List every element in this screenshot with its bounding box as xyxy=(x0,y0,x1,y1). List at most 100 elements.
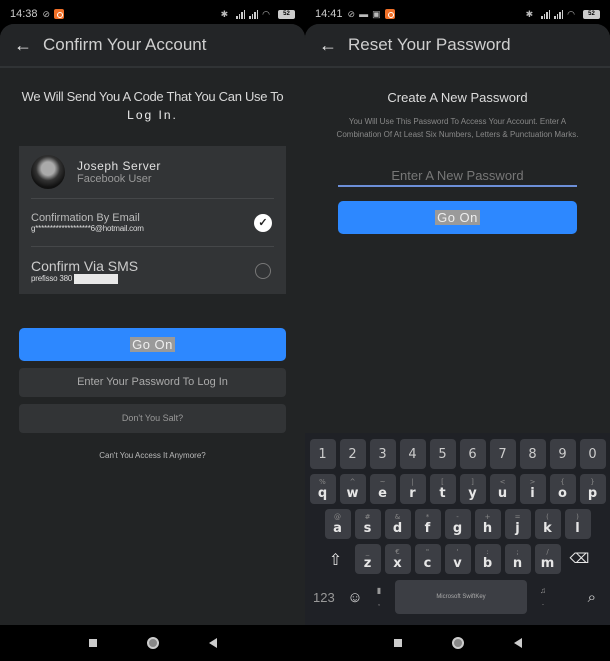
go-on-label: Go On xyxy=(435,210,480,225)
recents-icon[interactable] xyxy=(393,639,402,647)
key-u[interactable]: < u xyxy=(489,474,516,504)
key-7[interactable]: 7 xyxy=(489,439,516,469)
key-label: t xyxy=(439,485,446,501)
go-on-button[interactable]: Go On xyxy=(338,201,577,234)
keyboard-row-3: ⇧ _ z € x " c ' v: b; n / m ⌫ xyxy=(307,544,608,574)
nav-back-icon[interactable] xyxy=(208,638,217,648)
status-time: 14:41 xyxy=(315,8,343,20)
key-a[interactable]: @ a xyxy=(324,509,351,539)
key-label: k xyxy=(543,520,552,536)
key-o[interactable]: {o xyxy=(549,474,576,504)
key-alt-label: % xyxy=(319,477,326,486)
back-arrow-icon[interactable]: ← xyxy=(14,35,42,56)
app-notification-icon xyxy=(384,9,395,19)
key-alt-label: _ xyxy=(365,547,370,556)
space-bar[interactable]: Microsoft SwiftKey xyxy=(395,580,527,614)
key-2[interactable]: 2 xyxy=(339,439,366,469)
option-email[interactable]: Confirmation By Email g*****************… xyxy=(31,198,274,246)
emoji-icon[interactable]: ☺ xyxy=(341,589,369,606)
option-sms-title: Confirm Via SMS xyxy=(31,257,139,274)
key-k[interactable]: (k xyxy=(534,509,561,539)
user-subtitle: Facebook User xyxy=(77,173,152,185)
key-t[interactable]: [t xyxy=(429,474,456,504)
key-e[interactable]: ~ e xyxy=(369,474,396,504)
section-description: You Will Use This Password To Access You… xyxy=(336,117,579,139)
key-v[interactable]: ' v xyxy=(444,544,471,574)
key-d[interactable]: & d xyxy=(384,509,411,539)
confirm-account-screen: ← Confirm Your Account We Will Send You … xyxy=(0,24,305,625)
key-6[interactable]: 6 xyxy=(459,439,486,469)
key-alt-label: [ xyxy=(441,477,444,486)
key-b[interactable]: :b xyxy=(474,544,501,574)
key-alt-label: ; xyxy=(516,547,519,556)
recents-icon[interactable] xyxy=(88,639,97,647)
key-3[interactable]: 3 xyxy=(369,439,396,469)
key-alt-label: { xyxy=(560,477,565,486)
key-r[interactable]: | r xyxy=(399,474,426,504)
key-g[interactable]: -g xyxy=(444,509,471,539)
key-0[interactable]: 0 xyxy=(579,439,606,469)
symbols-key[interactable]: 123 xyxy=(313,590,341,605)
key-q[interactable]: % q xyxy=(309,474,336,504)
key-label: n xyxy=(512,555,523,571)
back-arrow-icon[interactable]: ← xyxy=(319,35,347,56)
key-l[interactable]: ) l xyxy=(564,509,591,539)
nav-back-icon[interactable] xyxy=(513,638,522,648)
radio-selected-check-icon[interactable]: ✓ xyxy=(254,213,272,232)
key-4[interactable]: 4 xyxy=(399,439,426,469)
key-9[interactable]: 9 xyxy=(549,439,576,469)
password-login-button[interactable]: Enter Your Password To Log In xyxy=(19,368,286,397)
microphone-icon[interactable]: ▮, xyxy=(369,585,389,609)
page-title: Confirm Your Account xyxy=(43,35,207,54)
key-alt-label: / xyxy=(546,547,549,556)
key-m[interactable]: / m xyxy=(534,544,561,574)
key-alt-label: - xyxy=(456,512,459,521)
key-1[interactable]: 1 xyxy=(309,439,336,469)
key-alt-label: ' xyxy=(456,547,459,556)
key-f[interactable]: * f xyxy=(414,509,441,539)
key-j[interactable]: = j xyxy=(504,509,531,539)
keyboard-number-row: 1 2 3 4 5 6 7 8 9 0 xyxy=(307,439,608,469)
status-time: 14:38 xyxy=(10,8,38,20)
app-notification-icon xyxy=(54,9,65,19)
key-w[interactable]: ^ w xyxy=(339,474,366,504)
key-c[interactable]: " c xyxy=(414,544,441,574)
key-label: c xyxy=(423,555,432,571)
key-label: q xyxy=(317,485,328,501)
dont-you-salt-button[interactable]: Don't You Salt? xyxy=(19,404,286,433)
key-h[interactable]: + h xyxy=(474,509,501,539)
section-heading: Create A New Password xyxy=(387,90,528,105)
key-alt-label: > xyxy=(529,477,536,486)
key-alt-label: : xyxy=(486,547,489,556)
app-bar: ← Reset Your Password xyxy=(305,24,610,68)
new-password-input[interactable] xyxy=(338,165,577,187)
option-sms-detail: prefisso 380 xyxy=(31,273,73,283)
wifi-icon: ◠ xyxy=(567,8,575,19)
key-alt-label: ~ xyxy=(379,477,386,486)
key-alt-label: ( xyxy=(546,512,549,521)
backspace-icon[interactable]: ⌫ xyxy=(565,544,595,574)
key-label: r xyxy=(409,485,416,501)
cant-access-link[interactable]: Can't You Access It Anymore? xyxy=(0,451,305,460)
key-label: a xyxy=(333,520,342,536)
key-p[interactable]: } p xyxy=(579,474,606,504)
option-sms[interactable]: Confirm Via SMS prefisso 380 xyxy=(31,246,274,294)
search-icon[interactable]: ⌕ xyxy=(588,589,596,606)
key-i[interactable]: > i xyxy=(519,474,546,504)
key-alt-label: ) xyxy=(576,512,579,521)
key-y[interactable]: ] y xyxy=(459,474,486,504)
key-8[interactable]: 8 xyxy=(519,439,546,469)
key-s[interactable]: # s xyxy=(354,509,381,539)
music-icon[interactable]: ♫. xyxy=(533,585,553,609)
key-5[interactable]: 5 xyxy=(429,439,456,469)
home-icon[interactable] xyxy=(451,637,464,649)
key-x[interactable]: € x xyxy=(384,544,411,574)
shift-key[interactable]: ⇧ xyxy=(321,544,351,574)
key-label: h xyxy=(482,520,493,536)
home-icon[interactable] xyxy=(146,637,159,649)
nav-bar xyxy=(0,625,305,661)
key-z[interactable]: _ z xyxy=(354,544,381,574)
radio-unselected-icon[interactable] xyxy=(255,262,271,279)
go-on-button[interactable]: Go On xyxy=(19,328,286,361)
key-n[interactable]: ; n xyxy=(504,544,531,574)
